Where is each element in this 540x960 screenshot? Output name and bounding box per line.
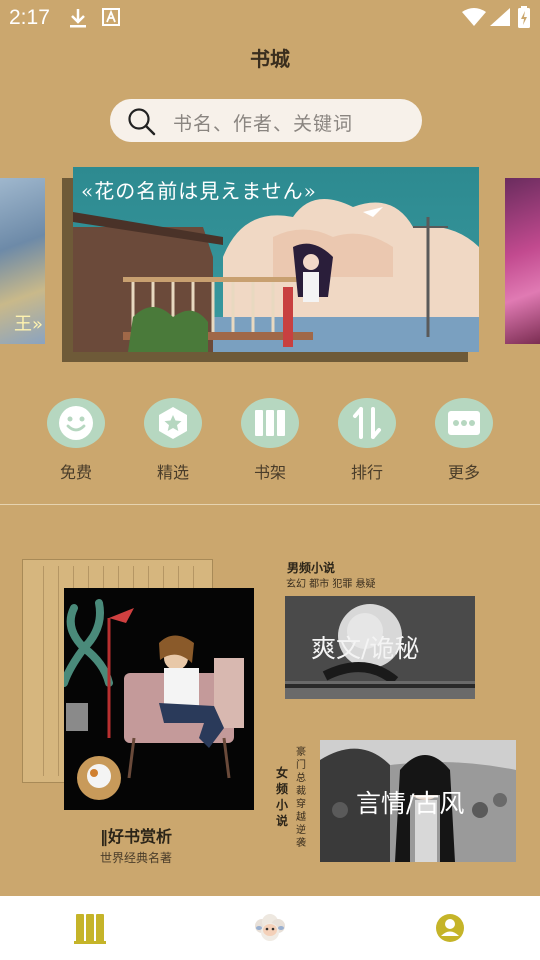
nav-featured-label: 精选 <box>156 463 189 482</box>
nav-bookshelf[interactable]: 书架 <box>230 398 310 483</box>
featured-section: ‖好书赏析 世界经典名著 男频小说 玄幻 都市 犯罪 悬疑 爽文/诡秘 女频小说… <box>0 540 540 880</box>
nav-bookshelf-label: 书架 <box>253 463 286 482</box>
banner-prev-text: 王» <box>13 314 43 335</box>
smile-icon <box>47 398 105 448</box>
male-novel-heading: 男频小说 <box>287 561 336 575</box>
font-icon <box>102 7 120 31</box>
page-title: 书城 <box>250 47 290 71</box>
search-input[interactable]: 书名、作者、关键词 <box>110 99 422 142</box>
banner-main[interactable]: «花の名前は見えません» <box>73 167 479 352</box>
bookshelf-icon <box>241 398 299 448</box>
female-novel-card[interactable]: 言情/古风 <box>320 740 516 862</box>
wifi-icon <box>462 8 486 30</box>
tab-discover[interactable] <box>250 910 290 946</box>
search-icon <box>127 107 157 141</box>
classic-books-subtitle: 世界经典名著 <box>100 851 173 865</box>
nav-free[interactable]: 免费 <box>36 398 116 483</box>
nav-ranking-label: 排行 <box>350 463 383 482</box>
classic-books-title: ‖好书赏析 <box>100 827 173 846</box>
sort-icon <box>338 398 396 448</box>
nav-more[interactable]: 更多 <box>424 398 504 483</box>
section-divider <box>0 504 540 505</box>
sheep-icon <box>255 914 285 941</box>
male-novel-tags: 玄幻 都市 犯罪 悬疑 <box>286 579 376 590</box>
signal-icon <box>490 8 510 30</box>
banner-prev[interactable]: 王» <box>0 178 45 344</box>
bottom-tab-bar <box>0 896 540 960</box>
more-icon <box>435 398 493 448</box>
tab-profile[interactable] <box>430 910 470 946</box>
female-novel-tags: 豪门总裁穿越逆袭 <box>296 747 306 849</box>
user-icon <box>436 914 464 942</box>
books-icon <box>74 914 106 944</box>
status-time: 2:17 <box>9 6 50 29</box>
nav-free-label: 免费 <box>59 463 92 482</box>
tab-bookshelf[interactable] <box>71 910 111 946</box>
male-novel-card[interactable]: 爽文/诡秘 <box>285 596 475 699</box>
reading-illustration <box>64 588 254 810</box>
nav-featured[interactable]: 精选 <box>133 398 213 483</box>
quick-nav: 免费 精选 书架 排行 更多 <box>0 398 540 488</box>
female-novel-heading: 女频小说 <box>276 766 289 828</box>
banner-title: «花の名前は見えません» <box>81 179 317 203</box>
nav-ranking[interactable]: 排行 <box>327 398 407 483</box>
star-badge-icon <box>144 398 202 448</box>
download-icon <box>68 7 88 33</box>
classic-books-card[interactable] <box>64 588 254 810</box>
female-novel-panel-title: 言情/古风 <box>356 789 465 818</box>
search-placeholder: 书名、作者、关键词 <box>173 113 354 135</box>
status-bar: 2:17 <box>0 0 540 36</box>
banner-carousel[interactable]: 王» «花の名前は見えません» <box>0 166 540 366</box>
male-novel-panel-title: 爽文/诡秘 <box>311 634 420 663</box>
battery-icon <box>518 6 530 32</box>
nav-more-label: 更多 <box>447 463 480 482</box>
banner-next[interactable] <box>505 178 540 344</box>
